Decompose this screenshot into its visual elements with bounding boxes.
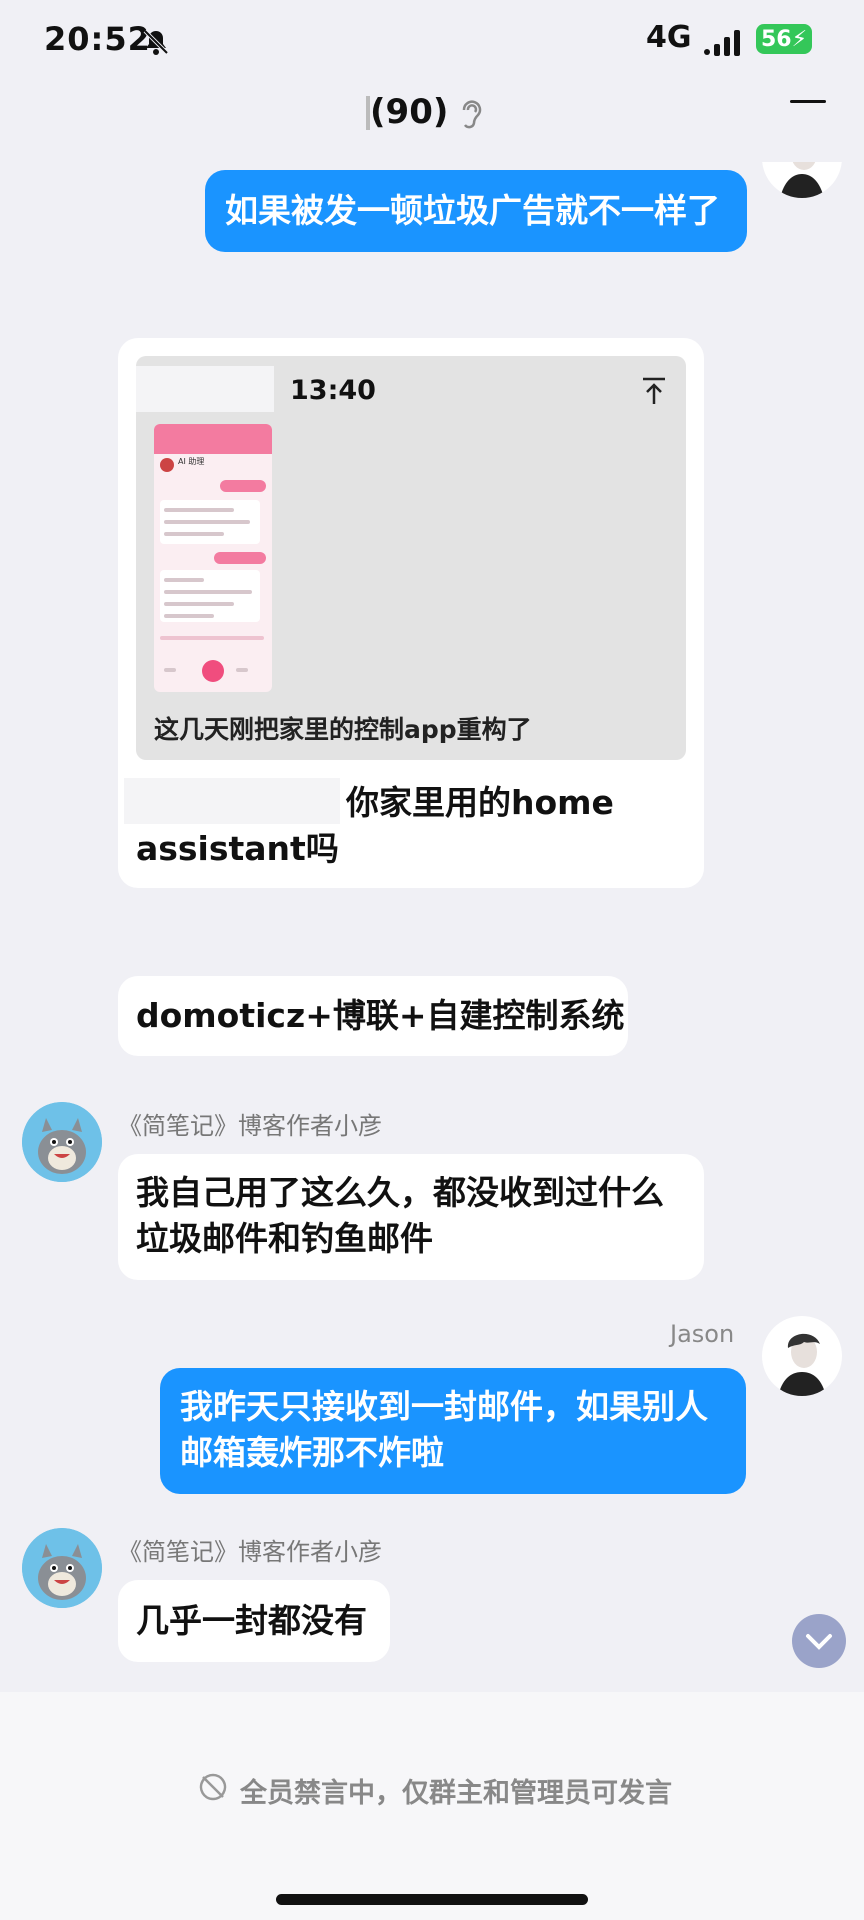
reply-text-line1: 你家里用的home	[346, 783, 614, 822]
sender-name: 《简笔记》博客作者小彦	[118, 1112, 382, 1140]
message-bubble[interactable]: 我昨天只接收到一封邮件，如果别人 邮箱轰炸那不炸啦	[160, 1368, 746, 1494]
quote-time: 13:40	[290, 375, 376, 406]
header-overlap	[752, 110, 852, 162]
pin-top-icon[interactable]	[640, 376, 668, 406]
sender-name: Jason	[670, 1320, 735, 1348]
message-line1: 我昨天只接收到一封邮件，如果别人	[180, 1387, 708, 1426]
jason-avatar[interactable]	[762, 1316, 842, 1396]
ear-icon	[462, 100, 482, 129]
quote-caption: 这几天刚把家里的控制app重构了	[154, 715, 532, 744]
mute-notice: 全员禁言中，仅群主和管理员可发言	[240, 1778, 672, 1809]
mini-avatar	[160, 458, 174, 472]
masked-mention	[124, 778, 340, 824]
shared-screenshot-thumbnail[interactable]: AI 助理	[154, 424, 272, 692]
sender-name: 《简笔记》博客作者小彦	[118, 1538, 382, 1566]
mini-title: AI 助理	[178, 457, 205, 466]
signal-icon	[704, 30, 740, 56]
scroll-to-bottom-button[interactable]	[792, 1614, 846, 1668]
chevron-down-icon	[806, 1634, 832, 1650]
mute-icon	[199, 1773, 227, 1801]
battery-level: 56	[760, 26, 792, 52]
bell-off-icon	[143, 29, 169, 55]
network-type: 4G	[646, 20, 692, 55]
message-bubble[interactable]: 如果被发一顿垃圾广告就不一样了	[205, 170, 747, 252]
chat-title[interactable]: (90)	[370, 92, 448, 132]
charging-icon: ⚡	[791, 26, 808, 52]
battery-indicator: 56 ⚡	[756, 24, 812, 54]
xiaoyan-avatar[interactable]	[22, 1102, 102, 1182]
message-line2: 邮箱轰炸那不炸啦	[180, 1433, 444, 1472]
message-line1: 我自己用了这么久，都没收到过什么	[136, 1173, 664, 1212]
mini-mic-button	[202, 660, 224, 682]
home-indicator[interactable]	[276, 1894, 588, 1905]
reply-text-line2: assistant吗	[136, 829, 339, 868]
status-time: 20:52	[44, 20, 151, 58]
message-bubble[interactable]: domoticz+博联+自建控制系统	[118, 976, 628, 1056]
message-line2: 垃圾邮件和钓鱼邮件	[136, 1219, 433, 1258]
masked-region	[136, 366, 274, 412]
message-bubble[interactable]: 我自己用了这么久，都没收到过什么 垃圾邮件和钓鱼邮件	[118, 1154, 704, 1280]
mini-header	[154, 424, 272, 454]
message-bubble[interactable]: 几乎一封都没有	[118, 1580, 390, 1662]
xiaoyan-avatar[interactable]	[22, 1528, 102, 1608]
